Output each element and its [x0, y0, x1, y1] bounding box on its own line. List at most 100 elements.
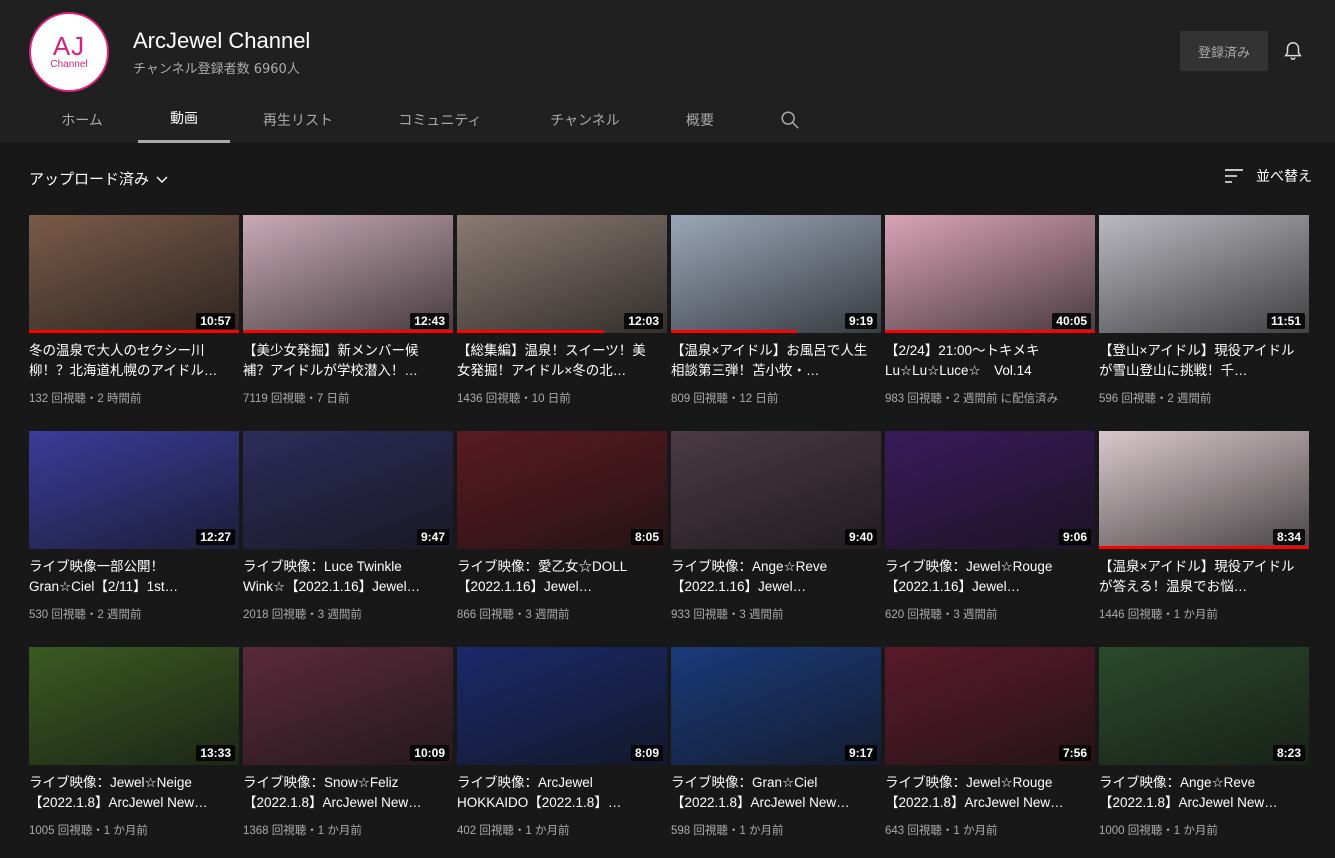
sort-button[interactable]: 並べ替え — [1224, 166, 1312, 186]
tab-home[interactable]: ホーム — [40, 96, 124, 143]
search-icon[interactable] — [779, 109, 801, 131]
video-thumbnail[interactable]: 9:06 — [885, 431, 1095, 549]
video-card[interactable]: 9:06 ライブ映像：Jewel☆Rouge【2022.1.16】Jewel… 62… — [885, 431, 1095, 631]
video-meta: 983 回視聴・2 週間前 に配信済み — [885, 393, 1059, 405]
video-card[interactable]: 12:43 【美少女発掘】新メンバー候補？アイドルが学校潜入！… 7119 回視聴・… — [243, 215, 453, 415]
video-thumbnail[interactable]: 12:27 — [29, 431, 239, 549]
video-thumbnail[interactable]: 8:05 — [457, 431, 667, 549]
video-thumbnail[interactable]: 12:43 — [243, 215, 453, 333]
video-card[interactable]: 10:57 冬の温泉で大人のセクシー川柳！？北海道札幌のアイドルが… 132 回視聴… — [29, 215, 239, 415]
video-title[interactable]: 【美少女発掘】新メンバー候補？アイドルが学校潜入！… — [243, 341, 443, 381]
video-title[interactable]: 冬の温泉で大人のセクシー川柳！？北海道札幌のアイドルが… — [29, 341, 229, 381]
video-title[interactable]: ライブ映像一部公開！Gran☆Ciel【2/11】1st… — [29, 557, 229, 597]
video-card[interactable]: 40:05 【2/24】21:00～トキメキLu☆Lu☆Luce☆ Vol.14 9… — [885, 215, 1095, 415]
video-card[interactable]: 8:05 ライブ映像：愛乙女☆DOLL【2022.1.16】Jewel… 866 回… — [457, 431, 667, 631]
video-meta: 1446 回視聴・1 か月前 — [1099, 609, 1218, 621]
video-title[interactable]: ライブ映像：Ange☆Reve【2022.1.8】ArcJewel New… — [1099, 773, 1299, 813]
channel-avatar[interactable]: AJ Channel — [29, 12, 109, 92]
video-title[interactable]: ライブ映像：Luce Twinkle Wink☆【2022.1.16】Jewel… — [243, 557, 443, 597]
video-duration: 9:06 — [1058, 529, 1091, 545]
video-title[interactable]: ライブ映像：Jewel☆Rouge【2022.1.16】Jewel… — [885, 557, 1085, 597]
video-duration: 9:19 — [844, 313, 877, 329]
video-meta: 596 回視聴・2 週間前 — [1099, 393, 1212, 405]
video-card[interactable]: 12:27 ライブ映像一部公開！Gran☆Ciel【2/11】1st… 530 回視… — [29, 431, 239, 631]
video-card[interactable]: 8:34 【温泉×アイドル】現役アイドルが答える！温泉でお悩… 1446 回視聴・1… — [1099, 431, 1309, 631]
video-thumbnail[interactable]: 8:09 — [457, 647, 667, 765]
video-meta: 598 回視聴・1 か月前 — [671, 825, 784, 837]
video-title[interactable]: 【温泉×アイドル】現役アイドルが答える！温泉でお悩… — [1099, 557, 1299, 597]
channel-name: ArcJewel Channel — [133, 28, 311, 53]
tab-videos[interactable]: 動画 — [138, 96, 230, 143]
video-card[interactable]: 8:23 ライブ映像：Ange☆Reve【2022.1.8】ArcJewel Ne… — [1099, 647, 1309, 847]
video-meta: 933 回視聴・3 週間前 — [671, 609, 784, 621]
video-title[interactable]: 【2/24】21:00～トキメキLu☆Lu☆Luce☆ Vol.14 — [885, 341, 1085, 381]
video-duration: 8:09 — [630, 745, 663, 761]
video-duration: 12:43 — [410, 313, 449, 329]
watch-progress-bar — [1099, 546, 1309, 549]
filter-label: アップロード済み — [29, 170, 150, 188]
tab-playlists[interactable]: 再生リスト — [244, 96, 352, 143]
upload-filter-dropdown[interactable]: アップロード済み — [29, 168, 169, 189]
video-card[interactable]: 9:47 ライブ映像：Luce Twinkle Wink☆【2022.1.16】J… — [243, 431, 453, 631]
video-thumbnail[interactable]: 8:34 — [1099, 431, 1309, 549]
video-title[interactable]: ライブ映像：Ange☆Reve【2022.1.16】Jewel… — [671, 557, 871, 597]
video-duration: 10:09 — [410, 745, 449, 761]
video-title[interactable]: ライブ映像：愛乙女☆DOLL【2022.1.16】Jewel… — [457, 557, 657, 597]
video-card[interactable]: 10:09 ライブ映像：Snow☆Feliz【2022.1.8】ArcJewel … — [243, 647, 453, 847]
video-card[interactable]: 11:51 【登山×アイドル】現役アイドルが雪山登山に挑戦！千… 596 回視聴・2… — [1099, 215, 1309, 415]
watch-progress-bar — [243, 330, 453, 333]
video-title[interactable]: ライブ映像：Jewel☆Neige【2022.1.8】ArcJewel New… — [29, 773, 229, 813]
bell-icon[interactable] — [1282, 40, 1304, 62]
video-thumbnail[interactable]: 9:17 — [671, 647, 881, 765]
video-meta: 1368 回視聴・1 か月前 — [243, 825, 362, 837]
video-card[interactable]: 13:33 ライブ映像：Jewel☆Neige【2022.1.8】ArcJewel… — [29, 647, 239, 847]
video-meta: 132 回視聴・2 時間前 — [29, 393, 142, 405]
video-thumbnail[interactable]: 10:09 — [243, 647, 453, 765]
video-thumbnail[interactable]: 12:03 — [457, 215, 667, 333]
video-meta: 809 回視聴・12 日前 — [671, 393, 779, 405]
video-title[interactable]: ライブ映像：Jewel☆Rouge【2022.1.8】ArcJewel New… — [885, 773, 1085, 813]
video-duration: 9:17 — [844, 745, 877, 761]
video-card[interactable]: 8:09 ライブ映像：ArcJewel HOKKAIDO【2022.1.8】… 40… — [457, 647, 667, 847]
watch-progress-bar — [671, 330, 797, 333]
subscribe-button[interactable]: 登録済み — [1180, 31, 1268, 71]
subscriber-count: チャンネル登録者数 6960人 — [133, 62, 300, 77]
video-thumbnail[interactable]: 10:57 — [29, 215, 239, 333]
tab-about[interactable]: 概要 — [670, 96, 730, 143]
video-title[interactable]: 【登山×アイドル】現役アイドルが雪山登山に挑戦！千… — [1099, 341, 1299, 381]
video-thumbnail[interactable]: 9:47 — [243, 431, 453, 549]
tab-channels[interactable]: チャンネル — [530, 96, 640, 143]
video-card[interactable]: 12:03 【総集編】温泉！スイーツ！美女発掘！アイドル×冬の北… 1436 回視聴… — [457, 215, 667, 415]
video-thumbnail[interactable]: 8:23 — [1099, 647, 1309, 765]
video-meta: 7119 回視聴・7 日前 — [243, 393, 350, 405]
video-duration: 9:40 — [844, 529, 877, 545]
video-title[interactable]: ライブ映像：Gran☆Ciel【2022.1.8】ArcJewel New… — [671, 773, 871, 813]
video-thumbnail[interactable]: 7:56 — [885, 647, 1095, 765]
video-title[interactable]: ライブ映像：ArcJewel HOKKAIDO【2022.1.8】… — [457, 773, 657, 813]
avatar-logo-text: AJ — [52, 31, 86, 61]
video-duration: 13:33 — [196, 745, 235, 761]
video-title[interactable]: 【温泉×アイドル】お風呂で人生相談第三弾！苫小牧・… — [671, 341, 871, 381]
video-card[interactable]: 7:56 ライブ映像：Jewel☆Rouge【2022.1.8】ArcJewel … — [885, 647, 1095, 847]
video-title[interactable]: 【総集編】温泉！スイーツ！美女発掘！アイドル×冬の北… — [457, 341, 657, 381]
video-meta: 866 回視聴・3 週間前 — [457, 609, 570, 621]
video-thumbnail[interactable]: 40:05 — [885, 215, 1095, 333]
video-meta: 1000 回視聴・1 か月前 — [1099, 825, 1218, 837]
video-duration: 8:05 — [630, 529, 663, 545]
video-thumbnail[interactable]: 13:33 — [29, 647, 239, 765]
video-duration: 8:34 — [1272, 529, 1305, 545]
video-title[interactable]: ライブ映像：Snow☆Feliz【2022.1.8】ArcJewel New… — [243, 773, 443, 813]
video-card[interactable]: 9:17 ライブ映像：Gran☆Ciel【2022.1.8】ArcJewel Ne… — [671, 647, 881, 847]
watch-progress-bar — [29, 330, 239, 333]
video-thumbnail[interactable]: 11:51 — [1099, 215, 1309, 333]
video-meta: 1005 回視聴・1 か月前 — [29, 825, 148, 837]
video-card[interactable]: 9:19 【温泉×アイドル】お風呂で人生相談第三弾！苫小牧・… 809 回視聴・12… — [671, 215, 881, 415]
video-meta: 530 回視聴・2 週間前 — [29, 609, 142, 621]
watch-progress-bar — [885, 330, 1095, 333]
video-duration: 12:03 — [624, 313, 663, 329]
tab-community[interactable]: コミュニティ — [382, 96, 498, 143]
video-thumbnail[interactable]: 9:19 — [671, 215, 881, 333]
video-meta: 620 回視聴・3 週間前 — [885, 609, 998, 621]
video-card[interactable]: 9:40 ライブ映像：Ange☆Reve【2022.1.16】Jewel… 933 … — [671, 431, 881, 631]
video-thumbnail[interactable]: 9:40 — [671, 431, 881, 549]
